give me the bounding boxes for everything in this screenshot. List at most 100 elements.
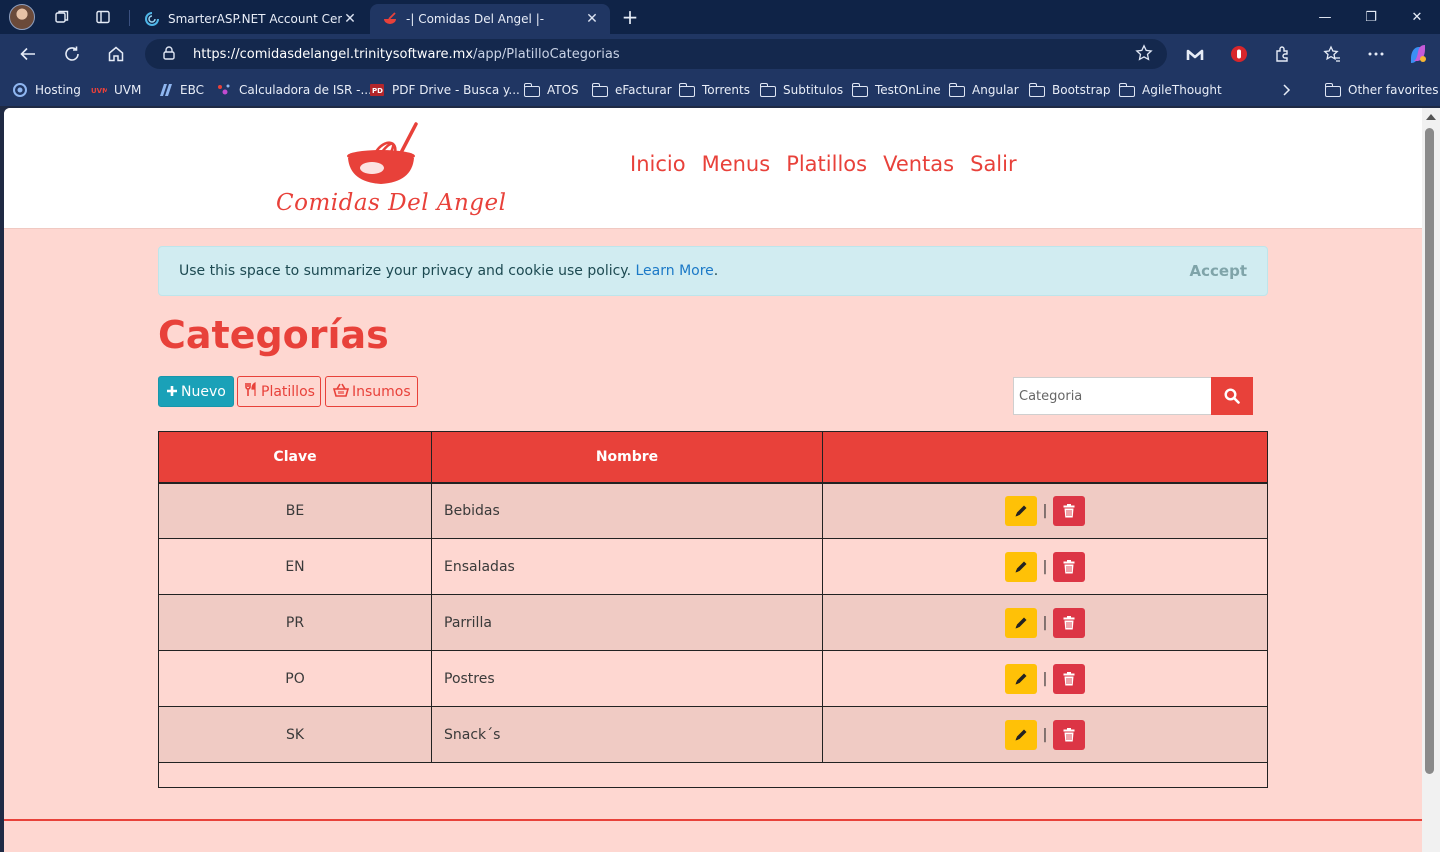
delete-button[interactable] (1053, 607, 1086, 638)
tab-actions-icon[interactable] (93, 7, 113, 27)
table-header-row: Clave Nombre (158, 431, 1268, 484)
copilot-icon[interactable] (1406, 42, 1430, 66)
bookmark-agilethought[interactable]: AgileThought (1118, 81, 1222, 99)
tab-close-icon[interactable]: ✕ (342, 11, 358, 27)
action-separator: | (1042, 670, 1048, 687)
plus-icon (166, 383, 178, 401)
bookmark-efacturar[interactable]: eFacturar (591, 81, 672, 99)
cell-nombre: Ensaladas (431, 538, 823, 595)
ebc-icon (160, 84, 172, 96)
search-input[interactable] (1013, 377, 1212, 415)
cell-actions: | (822, 538, 1268, 595)
address-bar[interactable]: https://comidasdelangel.trinitysoftware.… (145, 39, 1167, 69)
malwarebytes-icon[interactable] (1183, 42, 1207, 66)
svg-text:UVM: UVM (91, 87, 107, 95)
edit-button[interactable] (1004, 663, 1037, 694)
nav-menus[interactable]: Menus (702, 152, 771, 176)
page-scrollbar[interactable] (1422, 108, 1440, 852)
cell-nombre: Parrilla (431, 594, 823, 651)
tab-smarterasp[interactable]: SmarterASP.NET Account Center ✕ (132, 4, 368, 34)
pencil-icon (1015, 617, 1027, 628)
minimize-icon[interactable]: — (1302, 0, 1348, 34)
svg-text:PD: PD (372, 87, 383, 95)
nav-salir[interactable]: Salir (970, 152, 1017, 176)
bookmark-ebc[interactable]: EBC (157, 81, 204, 99)
bookmark-pdf-drive[interactable]: PD PDF Drive - Busca y... (369, 81, 520, 99)
trash-icon (1063, 503, 1075, 518)
favorites-icon[interactable] (1320, 42, 1344, 66)
folder-icon (1324, 82, 1341, 97)
bookmark-angular[interactable]: Angular (948, 81, 1019, 99)
cookie-text: Use this space to summarize your privacy… (179, 263, 632, 279)
calculadora-icon (218, 84, 230, 95)
row-actions: | (1004, 551, 1086, 582)
other-favorites[interactable]: Other favorites (1324, 81, 1439, 99)
bowl-favicon-icon (384, 12, 396, 24)
header-actions (822, 431, 1268, 484)
page-title: Categorías (158, 313, 389, 357)
edit-button[interactable] (1004, 607, 1037, 638)
action-separator: | (1042, 502, 1048, 519)
cell-actions: | (822, 594, 1268, 651)
insumos-button[interactable]: Insumos (325, 376, 418, 407)
nav-inicio[interactable]: Inicio (630, 152, 686, 176)
edit-button[interactable] (1004, 719, 1037, 750)
url-base: https://comidasdelangel.trinitysoftware.… (193, 46, 474, 62)
more-menu-icon[interactable] (1364, 42, 1388, 66)
learn-more-link[interactable]: Learn More (636, 263, 714, 279)
bookmark-uvm[interactable]: UVM UVM (91, 81, 141, 99)
tab-comidas-del-angel[interactable]: -| Comidas Del Angel |- ✕ (370, 4, 610, 34)
scroll-up-arrow-icon[interactable] (1426, 114, 1436, 120)
edit-button[interactable] (1004, 551, 1037, 582)
browser-toolbar: https://comidasdelangel.trinitysoftware.… (0, 34, 1440, 74)
lock-icon[interactable] (163, 45, 179, 63)
row-actions: | (1004, 719, 1086, 750)
delete-button[interactable] (1053, 719, 1086, 750)
favorite-star-icon[interactable] (1135, 44, 1153, 66)
nav-ventas[interactable]: Ventas (883, 152, 954, 176)
bookmark-torrents[interactable]: Torrents (678, 81, 750, 99)
edit-button[interactable] (1004, 495, 1037, 526)
bookmark-hosting[interactable]: Hosting (12, 81, 81, 99)
bookmark-bootstrap[interactable]: Bootstrap (1028, 81, 1110, 99)
bookmark-calculadora[interactable]: Calculadora de ISR -... (216, 81, 372, 99)
bookmark-subtitulos[interactable]: Subtitulos (759, 81, 843, 99)
extensions-icon[interactable] (1271, 42, 1295, 66)
window-close-icon[interactable]: ✕ (1394, 0, 1440, 34)
nuevo-button[interactable]: Nuevo (158, 376, 234, 407)
profile-avatar[interactable] (9, 4, 35, 30)
hosting-icon (13, 83, 27, 97)
delete-button[interactable] (1053, 551, 1086, 582)
cookie-message: Use this space to summarize your privacy… (179, 263, 718, 279)
workspaces-icon[interactable] (52, 7, 72, 27)
bookmark-testonline[interactable]: TestOnLine (851, 81, 941, 99)
site-logo[interactable]: Comidas Del Angel (276, 120, 507, 220)
search-button[interactable] (1211, 377, 1253, 415)
back-icon[interactable] (16, 43, 40, 65)
delete-button[interactable] (1053, 663, 1086, 694)
shopping-basket-icon (332, 383, 350, 401)
adblock-icon[interactable] (1227, 42, 1251, 66)
tab-close-icon[interactable]: ✕ (584, 11, 600, 27)
trash-icon (1063, 727, 1075, 741)
folder-icon (523, 82, 540, 97)
home-icon[interactable] (104, 43, 128, 65)
nav-platillos[interactable]: Platillos (786, 152, 867, 176)
platillos-label: Platillos (261, 383, 315, 400)
logo-text: Comidas Del Angel (276, 190, 507, 216)
folder-icon (1028, 82, 1045, 97)
refresh-icon[interactable] (60, 43, 84, 65)
cell-actions: | (822, 482, 1268, 539)
platillos-button[interactable]: Platillos (237, 376, 321, 407)
cell-clave: BE (158, 482, 432, 539)
bookmark-atos[interactable]: ATOS (523, 81, 579, 99)
categories-table: Clave Nombre BE Bebidas | EN Ensaladas |… (158, 431, 1268, 788)
delete-button[interactable] (1053, 495, 1086, 526)
restore-icon[interactable]: ❐ (1348, 0, 1394, 34)
url-text: https://comidasdelangel.trinitysoftware.… (193, 47, 620, 62)
trash-icon (1063, 615, 1075, 629)
bookmarks-overflow-chevron-icon[interactable] (1281, 81, 1291, 99)
scrollbar-thumb[interactable] (1425, 128, 1434, 774)
new-tab-icon[interactable]: + (620, 5, 640, 29)
accept-button[interactable]: Accept (1190, 262, 1247, 280)
